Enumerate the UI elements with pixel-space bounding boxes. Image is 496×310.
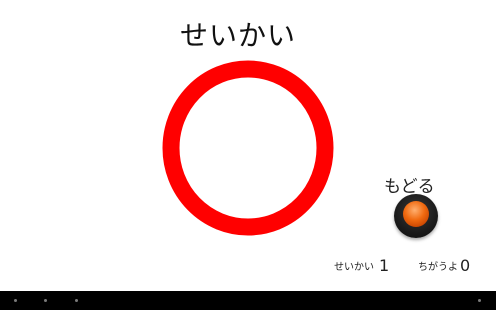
correct-count-value: 1	[379, 256, 390, 275]
back-label: もどる	[384, 177, 435, 197]
orange-round-button-icon	[403, 201, 429, 227]
nav-dot-icon[interactable]	[478, 299, 481, 302]
quiz-result-screen: せいかい もどる せいかい 1 ちがうよ 0	[0, 0, 496, 310]
wrong-count-value: 0	[460, 256, 471, 275]
wrong-count-label: ちがうよ	[418, 262, 458, 273]
nav-dot-icon[interactable]	[44, 299, 47, 302]
maru-ring	[162, 60, 334, 236]
red-circle-maru-icon	[162, 60, 334, 236]
nav-dot-icon[interactable]	[75, 299, 78, 302]
nav-dot-icon[interactable]	[14, 299, 17, 302]
correct-count-label: せいかい	[334, 262, 374, 273]
system-navigation-bar	[0, 291, 496, 310]
back-button[interactable]	[394, 194, 438, 238]
result-title: せいかい	[179, 19, 296, 52]
